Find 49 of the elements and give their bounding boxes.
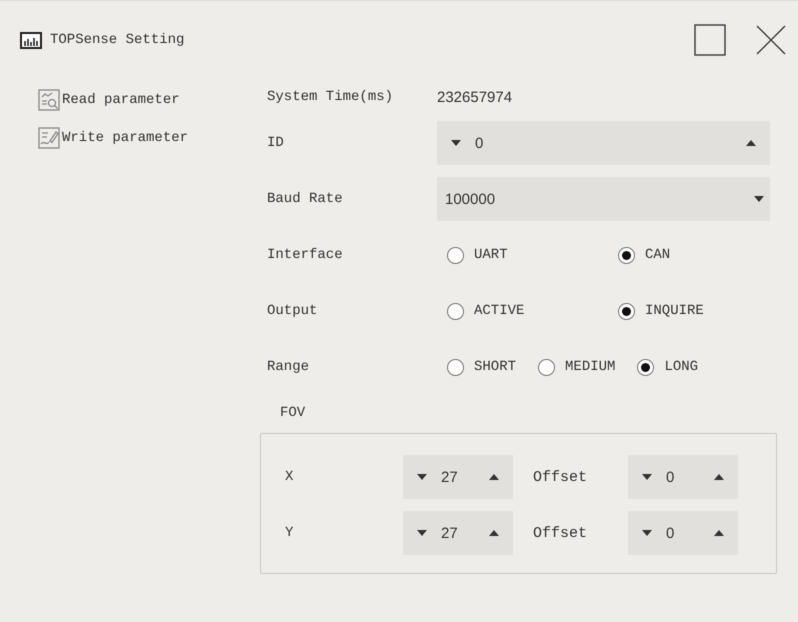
axis-label: Y [285,525,294,541]
axis-label: X [285,469,294,485]
time-value: 232657974 [437,88,512,106]
field-label: Interface [266,247,344,263]
decrement-arrow-icon[interactable] [451,140,461,146]
spin-box[interactable]: 0 [628,511,738,555]
radio-option[interactable]: UART [437,246,608,264]
offset-label: Offset [532,468,588,486]
bar-chart-icon [20,32,42,48]
spin-value: 0 [475,134,484,152]
spin-value: 27 [441,524,459,542]
decrement-arrow-icon[interactable] [642,474,652,480]
spin-box[interactable]: 27 [403,511,513,555]
close-button[interactable] [756,25,786,55]
radio-option[interactable]: CAN [608,246,779,264]
decrement-arrow-icon[interactable] [642,530,652,536]
radio-option[interactable]: LONG [627,358,698,376]
increment-arrow-icon[interactable] [714,530,724,536]
field-label: System Time(ms) [266,89,394,105]
spin-box[interactable]: 0 [628,455,738,499]
field-label: Baud Rate [266,191,344,207]
edit-document-icon [38,127,60,149]
spin-box[interactable]: 27 [403,455,513,499]
field-label: Output [266,303,318,319]
increment-arrow-icon[interactable] [714,474,724,480]
radio-option[interactable]: INQUIRE [608,302,779,320]
radio-option[interactable]: ACTIVE [437,302,608,320]
dropdown-arrow-icon[interactable] [754,196,764,202]
dropdown[interactable]: 100000 [437,177,770,221]
window-title: TOPSense Setting [50,32,186,48]
increment-arrow-icon[interactable] [746,140,756,146]
field-label: Range [266,359,310,375]
decrement-arrow-icon[interactable] [417,474,427,480]
spin-value: 0 [666,468,676,486]
increment-arrow-icon[interactable] [489,474,499,480]
spin-value: 0 [666,524,676,542]
maximize-button[interactable] [694,24,726,56]
radio-option[interactable]: SHORT [437,358,516,376]
spin-value: 27 [441,468,459,486]
sidebar-item[interactable]: Read parameter [38,89,230,111]
field-label: ID [266,135,285,151]
chart-search-icon [38,89,60,111]
sidebar-item[interactable]: Write parameter [38,127,230,149]
radio-option[interactable]: MEDIUM [528,358,616,376]
decrement-arrow-icon[interactable] [417,530,427,536]
group-title: FOV [279,404,306,423]
increment-arrow-icon[interactable] [489,530,499,536]
offset-label: Offset [532,524,588,542]
spin-box[interactable]: 0 [437,121,770,165]
